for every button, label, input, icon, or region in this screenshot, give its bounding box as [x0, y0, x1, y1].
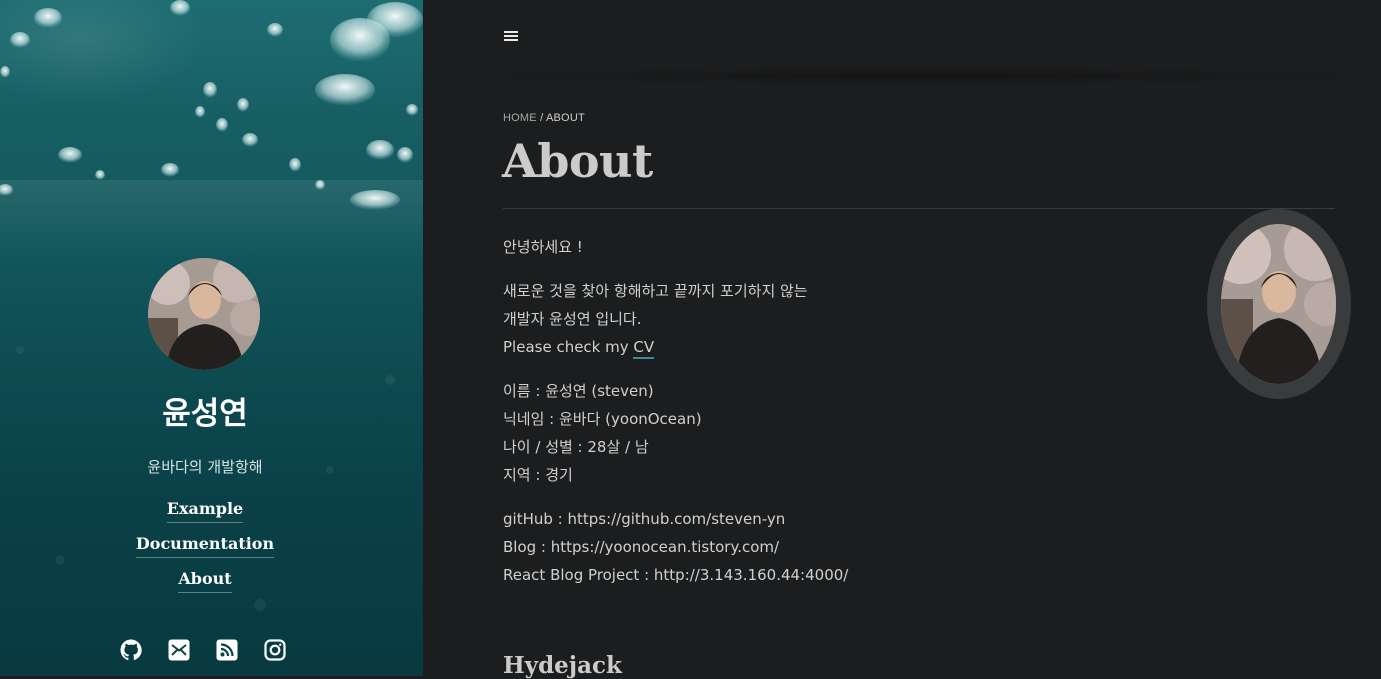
github-line: gitHub : https://github.com/steven-yn	[503, 510, 786, 528]
breadcrumb-home[interactable]: HOME	[503, 112, 537, 124]
hamburger-icon[interactable]	[504, 26, 518, 41]
intro-line-2: 개발자 윤성연 입니다.	[503, 310, 642, 328]
mail-icon[interactable]	[167, 638, 191, 662]
breadcrumb-current: ABOUT	[545, 112, 585, 124]
page-title: About	[502, 134, 653, 188]
sidebar-item-example[interactable]: Example	[166, 498, 244, 523]
site-tagline: 윤바다의 개발항해	[147, 458, 263, 476]
sidebar: 윤성연 윤바다의 개발항해 Example Documentation Abou…	[0, 0, 423, 676]
site-owner-name: 윤성연	[162, 396, 248, 432]
breadcrumb: HOME / ABOUT	[503, 112, 585, 124]
links-info: gitHub : https://github.com/steven-yn Bl…	[503, 505, 1123, 589]
title-divider	[503, 208, 1335, 209]
sidebar-nav: Example Documentation About	[0, 498, 410, 603]
region-line: 지역 : 경기	[503, 466, 573, 484]
rss-icon[interactable]	[215, 638, 239, 662]
cv-prefix: Please check my	[503, 338, 634, 356]
sidebar-item-about[interactable]: About	[178, 568, 232, 593]
avatar	[148, 258, 260, 370]
blog-line: Blog : https://yoonocean.tistory.com/	[503, 538, 780, 556]
intro-line-1: 새로운 것을 찾아 항해하고 끝까지 포기하지 않는	[503, 282, 808, 300]
name-line: 이름 : 윤성연 (steven)	[503, 382, 654, 400]
about-content: 안녕하세요 ! 새로운 것을 찾아 항해하고 끝까지 포기하지 않는 개발자 윤…	[503, 233, 1123, 605]
intro-paragraph: 새로운 것을 찾아 항해하고 끝까지 포기하지 않는 개발자 윤성연 입니다. …	[503, 277, 1123, 361]
age-line: 나이 / 성별 : 28살 / 남	[503, 438, 649, 456]
social-links	[119, 638, 287, 662]
section-heading: Hydejack	[503, 652, 622, 679]
cv-link[interactable]: CV	[633, 338, 655, 359]
sidebar-item-documentation[interactable]: Documentation	[135, 533, 275, 558]
profile-info: 이름 : 윤성연 (steven) 닉네임 : 윤바다 (yoonOcean) …	[503, 377, 1123, 489]
profile-photo-frame	[1207, 209, 1351, 399]
greeting-text: 안녕하세요 !	[503, 238, 583, 256]
main-content: HOME / ABOUT About 안녕하세요 ! 새로운 것을 찾아 항해하…	[423, 0, 1381, 679]
breadcrumb-separator: /	[536, 112, 546, 124]
header-shadow	[503, 74, 1343, 78]
instagram-icon[interactable]	[263, 638, 287, 662]
github-icon[interactable]	[119, 638, 143, 662]
profile-photo	[1221, 224, 1336, 384]
nickname-line: 닉네임 : 윤바다 (yoonOcean)	[503, 410, 702, 428]
react-project-line: React Blog Project : http://3.143.160.44…	[503, 566, 849, 584]
